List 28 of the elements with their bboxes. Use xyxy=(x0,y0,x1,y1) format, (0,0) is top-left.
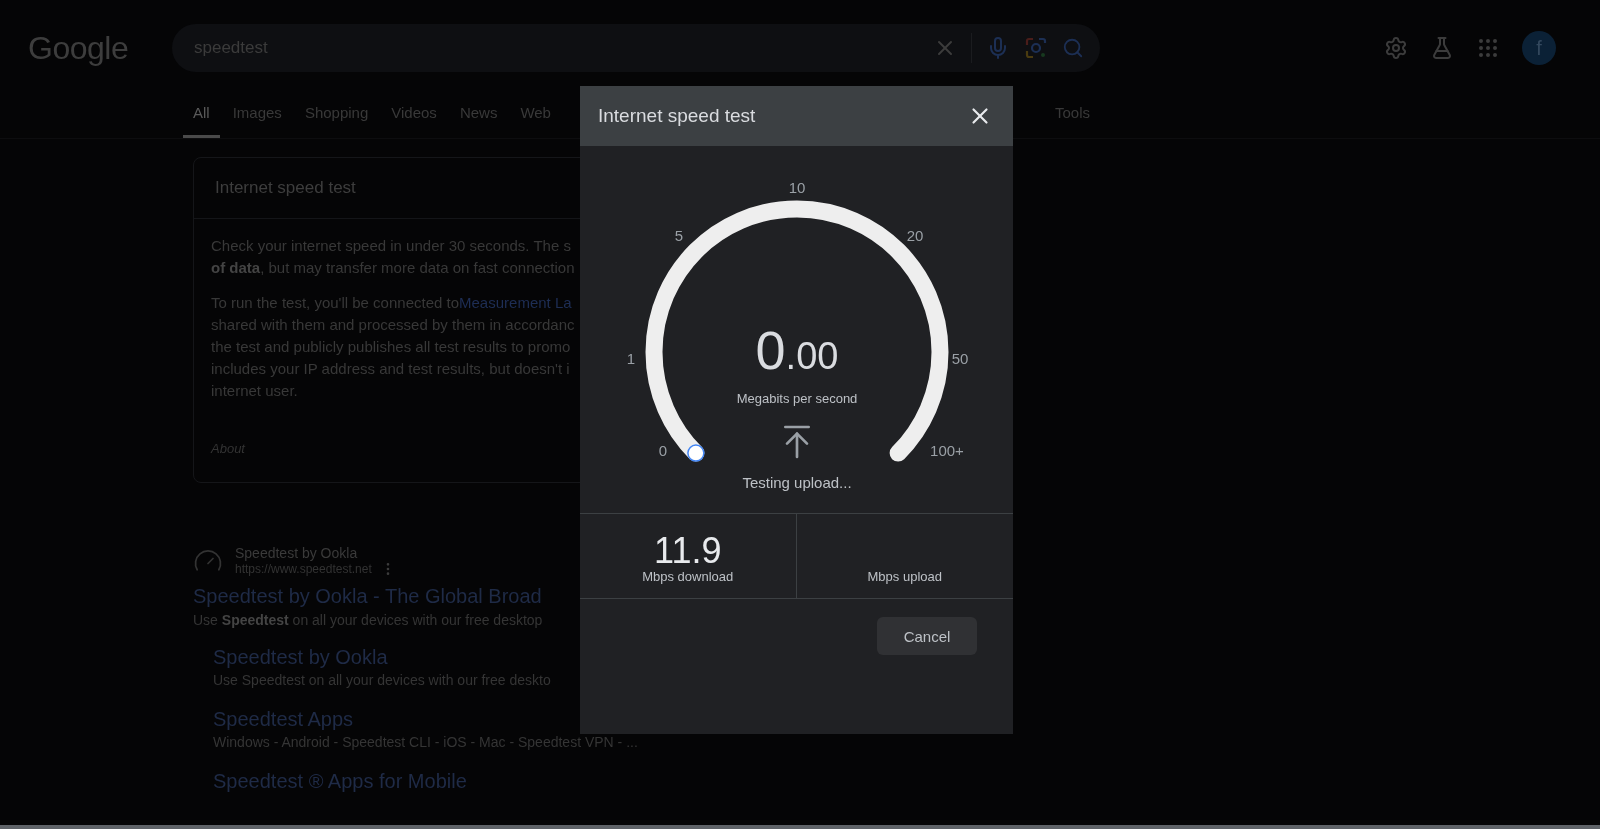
result-title-link[interactable]: Speedtest by Ookla - The Global Broad xyxy=(193,585,1600,608)
speed-reading: 0.00 xyxy=(755,320,839,380)
unit-label: Megabits per second xyxy=(736,391,858,406)
scale-label: 50 xyxy=(951,349,969,367)
measurement-link[interactable]: Measurement La xyxy=(459,292,572,314)
search-icon[interactable] xyxy=(1062,37,1084,59)
dialog-title: Internet speed test xyxy=(598,105,756,127)
scale-label: 0 xyxy=(658,441,668,459)
card-title: Internet speed test xyxy=(214,177,357,199)
gauge-needle-dot xyxy=(687,444,705,462)
stat-label: Mbps download xyxy=(642,569,734,584)
scale-label: 100+ xyxy=(930,441,964,459)
scale-label: 5 xyxy=(674,226,684,244)
google-logo[interactable]: Google xyxy=(28,29,172,67)
search-tab[interactable]: All xyxy=(183,92,220,138)
sitelink-title[interactable]: Speedtest Apps xyxy=(213,708,1600,731)
scale-label: 10 xyxy=(788,178,806,196)
flask-icon[interactable] xyxy=(1430,36,1454,60)
scale-label: 1 xyxy=(626,349,636,367)
apps-grid-icon[interactable] xyxy=(1476,36,1500,60)
settings-icon[interactable] xyxy=(1384,36,1408,60)
stat-label: Mbps upload xyxy=(867,569,942,584)
cancel-button[interactable]: Cancel xyxy=(877,617,977,655)
stat-value: 11.9 xyxy=(654,533,722,569)
sitelink-title[interactable]: Speedtest ® Apps for Mobile xyxy=(213,770,1600,793)
camera-search-icon[interactable] xyxy=(1024,36,1048,60)
scale-label: 20 xyxy=(906,226,924,244)
status-text: Testing upload... xyxy=(742,474,852,491)
